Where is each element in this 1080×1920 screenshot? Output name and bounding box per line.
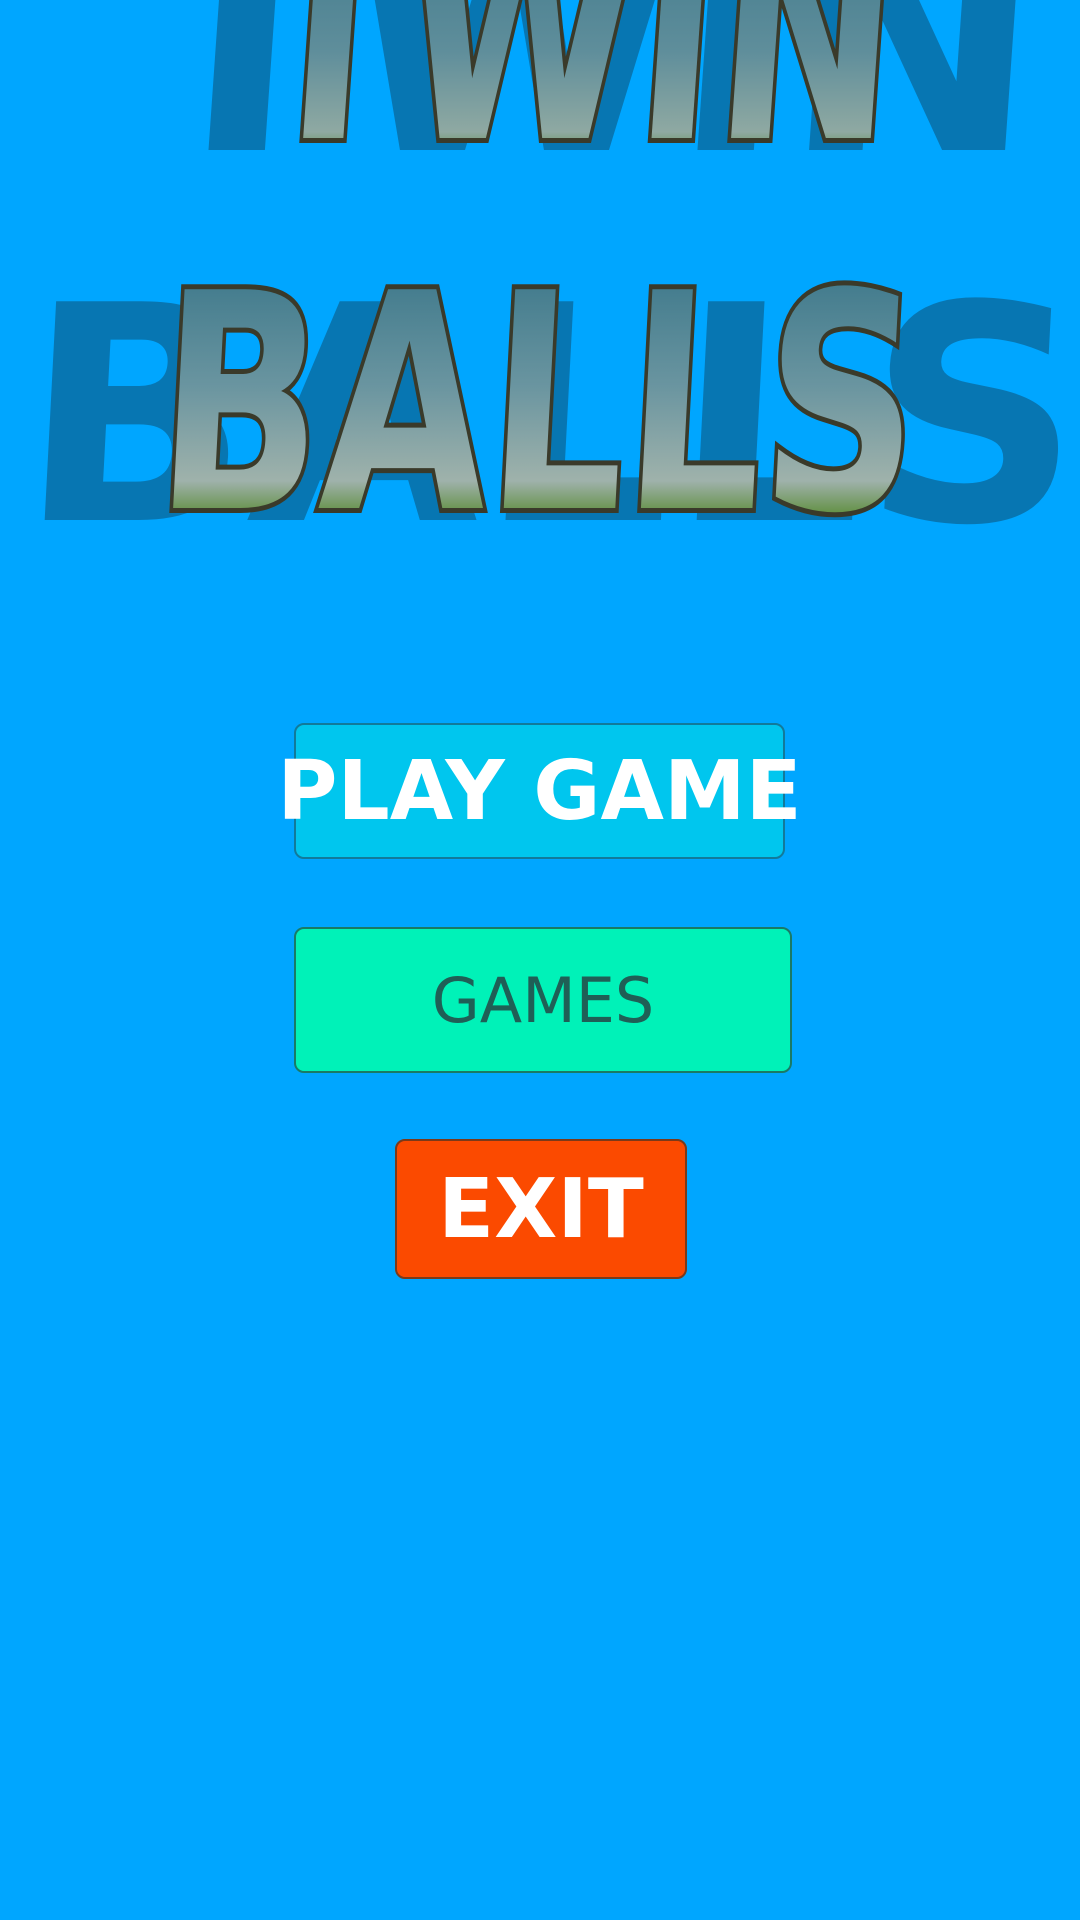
- logo-title-line2: BALLS: [150, 229, 928, 579]
- game-logo-art: TWIN BALLS TWIN BALLS: [13, 0, 1080, 591]
- exit-button-label: EXIT: [438, 1161, 644, 1257]
- games-button-label: GAMES: [431, 963, 655, 1037]
- play-game-button-label: PLAY GAME: [277, 743, 802, 839]
- game-logo: TWIN BALLS TWIN BALLS: [0, 0, 1080, 600]
- logo-title-line1: TWIN: [245, 0, 909, 209]
- games-button[interactable]: GAMES: [294, 927, 792, 1073]
- play-game-button[interactable]: PLAY GAME: [277, 723, 802, 859]
- exit-button[interactable]: EXIT: [395, 1139, 687, 1279]
